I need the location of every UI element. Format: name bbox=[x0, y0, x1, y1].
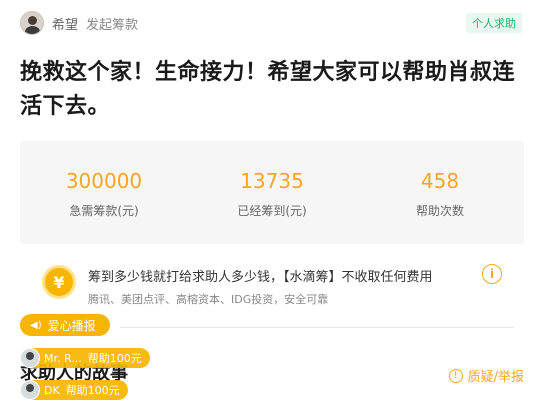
stat-target-value: 300000 bbox=[65, 169, 143, 193]
fee-promise: ¥ 筹到多少钱就打给求助人多少钱，【水滴筹】不收取任何费用 i 腾讯、美团点评、… bbox=[42, 260, 512, 310]
author-avatar[interactable] bbox=[20, 11, 44, 35]
broadcast-label: 爱心播报 bbox=[47, 318, 96, 333]
donor-ticker-item: DK 帮助100元 bbox=[20, 380, 128, 400]
stat-raised: 13735 已经筹到(元) bbox=[188, 141, 356, 244]
alert-icon: ! bbox=[448, 368, 463, 383]
page-title: 挽救这个家！生命接力！希望大家可以帮助肖叔连活下去。 bbox=[20, 60, 516, 119]
donor-name: DK bbox=[44, 383, 60, 397]
donor-amount: 帮助100元 bbox=[65, 384, 120, 397]
author-name[interactable]: 希望 bbox=[52, 14, 78, 33]
category-tag: 个人求助 bbox=[466, 13, 522, 33]
promise-text: 筹到多少钱就打给求助人多少钱，【水滴筹】不收取任何费用 bbox=[88, 270, 433, 285]
donor-name: Mr. R... bbox=[44, 351, 82, 365]
header: 希望 发起筹款 个人求助 bbox=[20, 10, 522, 36]
stat-raised-label: 已经筹到(元) bbox=[237, 204, 307, 218]
stat-help-count-value: 458 bbox=[420, 169, 460, 193]
author-action: 发起筹款 bbox=[86, 17, 139, 33]
donor-amount: 帮助100元 bbox=[87, 352, 142, 365]
stat-raised-value: 13735 bbox=[240, 169, 304, 193]
stat-target: 300000 急需筹款(元) bbox=[20, 141, 188, 244]
report-label: 质疑/举报 bbox=[467, 370, 524, 385]
stat-help-count-label: 帮助次数 bbox=[415, 204, 464, 218]
donor-avatar bbox=[20, 348, 40, 368]
broadcast-badge: ◀) 爱心播报 bbox=[20, 314, 110, 336]
info-icon[interactable]: i bbox=[482, 264, 502, 284]
stat-help-count: 458 帮助次数 bbox=[356, 141, 524, 244]
yen-icon: ¥ bbox=[42, 265, 76, 299]
stats-panel: 300000 急需筹款(元) 13735 已经筹到(元) 458 帮助次数 bbox=[20, 141, 524, 244]
report-link[interactable]: ! 质疑/举报 bbox=[448, 366, 524, 385]
donor-avatar bbox=[20, 380, 40, 400]
speaker-icon: ◀) bbox=[30, 319, 42, 331]
donor-ticker-item: Mr. R... 帮助100元 bbox=[20, 348, 150, 368]
stat-target-label: 急需筹款(元) bbox=[69, 204, 139, 218]
partners-text: 腾讯、美团点评、高榕资本、IDG投资，安全可靠 bbox=[88, 293, 329, 306]
divider bbox=[120, 327, 514, 328]
